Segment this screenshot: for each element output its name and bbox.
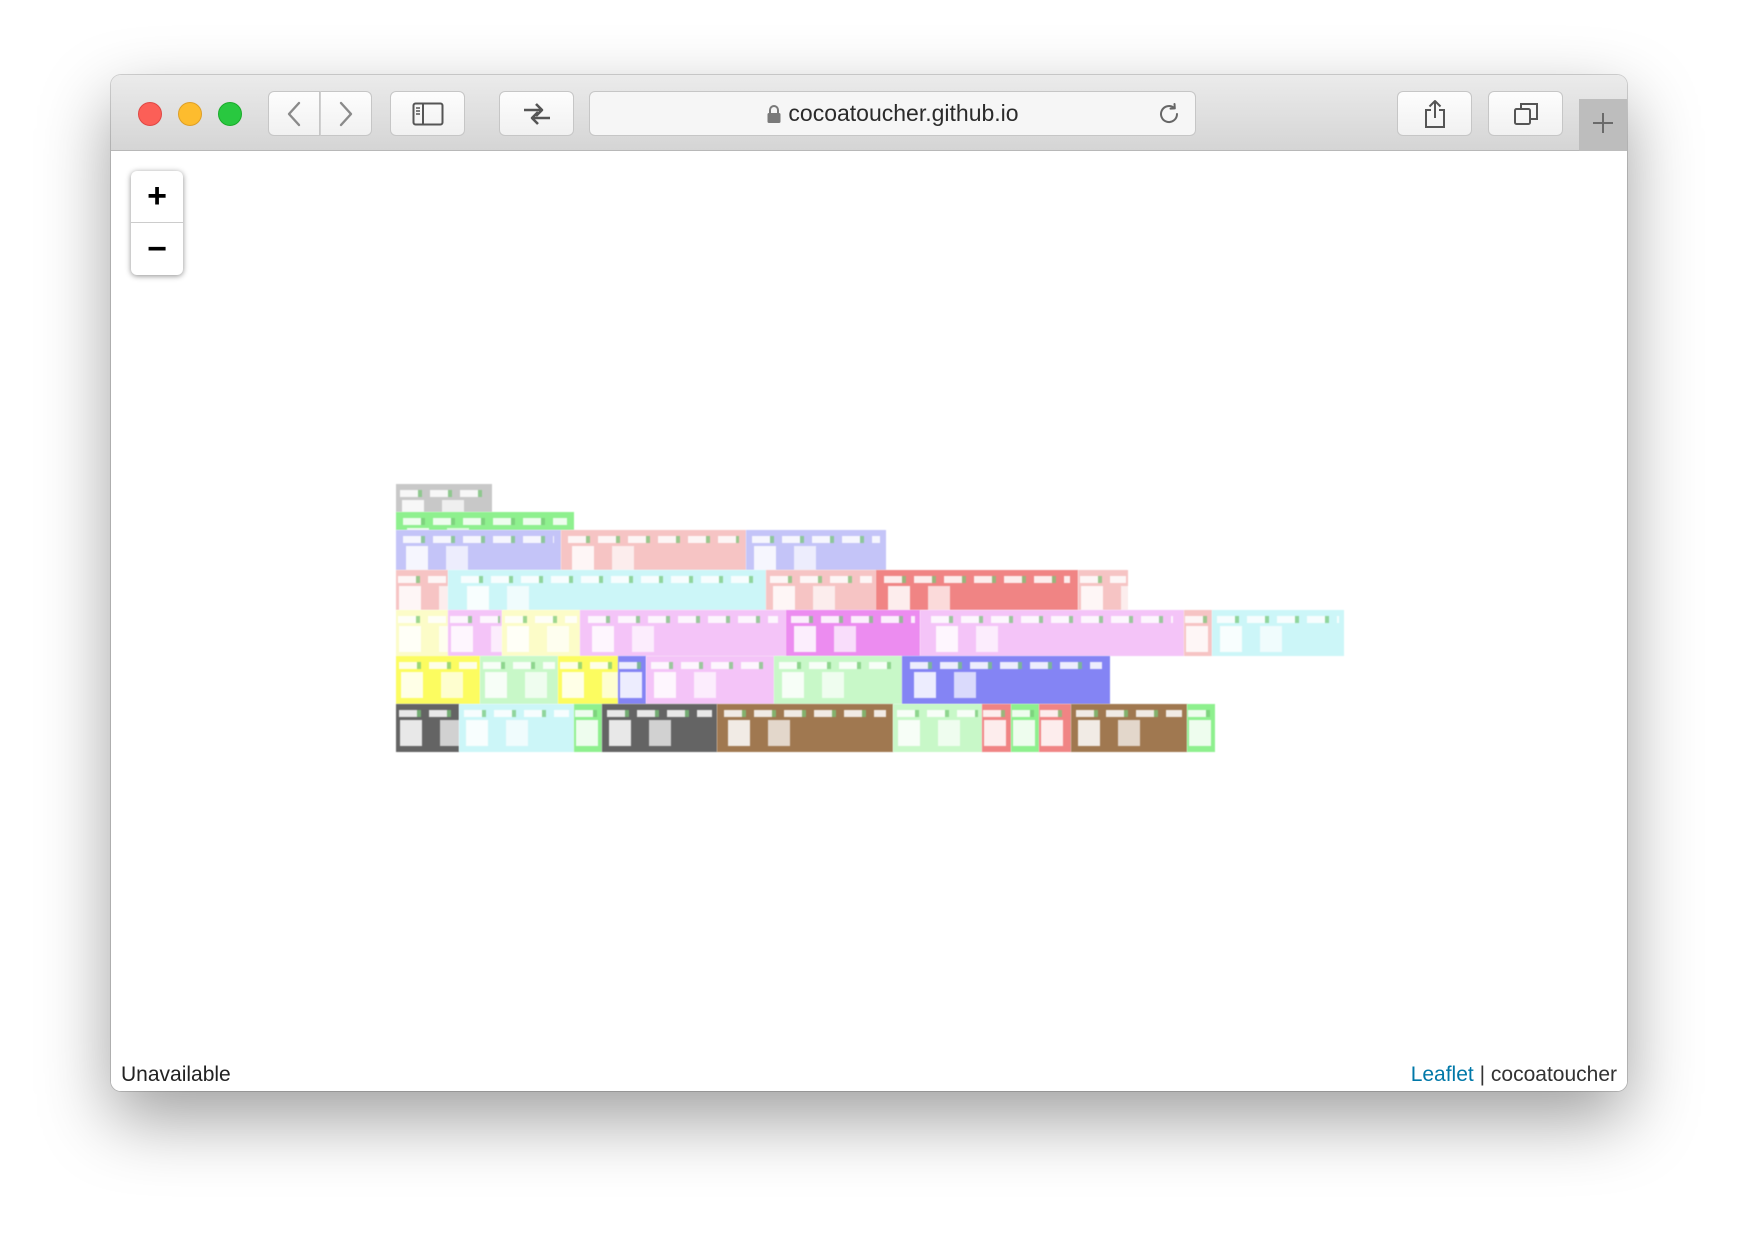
map-tile bbox=[646, 656, 774, 704]
leaflet-link[interactable]: Leaflet bbox=[1411, 1063, 1474, 1086]
back-button[interactable] bbox=[268, 91, 320, 136]
map-tile bbox=[396, 570, 448, 612]
map-tile bbox=[602, 704, 717, 752]
title-bar: cocoatoucher.github.io bbox=[111, 75, 1627, 151]
url-text: cocoatoucher.github.io bbox=[788, 100, 1019, 126]
tab-switch-button[interactable] bbox=[499, 91, 574, 136]
map-tile bbox=[786, 610, 920, 656]
share-icon bbox=[1423, 99, 1447, 129]
lock-icon bbox=[766, 104, 782, 124]
sidebar-icon bbox=[412, 102, 444, 126]
map-tile-layer bbox=[396, 484, 1344, 756]
map-tile bbox=[717, 704, 893, 752]
map-tile bbox=[574, 704, 602, 752]
map-tile bbox=[1071, 704, 1187, 752]
minimize-window-button[interactable] bbox=[178, 102, 202, 126]
map-tile bbox=[448, 610, 502, 656]
map-tile bbox=[982, 704, 1011, 752]
address-bar[interactable]: cocoatoucher.github.io bbox=[589, 91, 1196, 136]
attribution: Leaflet | cocoatoucher bbox=[1400, 1058, 1627, 1091]
attribution-separator: | bbox=[1479, 1063, 1486, 1086]
map-tile bbox=[774, 656, 902, 704]
map-tile bbox=[1078, 570, 1128, 612]
map-tile bbox=[459, 704, 574, 752]
map-tile bbox=[396, 530, 561, 572]
chevron-left-icon bbox=[286, 101, 302, 127]
map-tile bbox=[1184, 610, 1212, 656]
plus-icon bbox=[1591, 111, 1615, 140]
map-tile bbox=[766, 570, 876, 612]
zoom-out-button[interactable]: − bbox=[131, 223, 183, 275]
map-tile bbox=[396, 484, 492, 526]
maximize-window-button[interactable] bbox=[218, 102, 242, 126]
chevron-right-icon bbox=[338, 101, 354, 127]
map-tile bbox=[746, 530, 886, 572]
share-button[interactable] bbox=[1397, 91, 1472, 136]
close-window-button[interactable] bbox=[138, 102, 162, 126]
forward-button[interactable] bbox=[320, 91, 372, 136]
new-tab-button[interactable] bbox=[1579, 99, 1627, 151]
map-tile bbox=[902, 656, 1110, 704]
map-tile bbox=[480, 656, 558, 704]
reload-icon[interactable] bbox=[1157, 102, 1181, 131]
zoom-in-button[interactable]: + bbox=[131, 171, 183, 223]
map-tile bbox=[1187, 704, 1215, 752]
status-label: Unavailable bbox=[111, 1058, 241, 1091]
map-tile bbox=[580, 610, 786, 656]
map-tile bbox=[1011, 704, 1039, 752]
tab-overview-icon bbox=[1513, 102, 1539, 126]
map-tile bbox=[396, 512, 574, 554]
map-tile bbox=[876, 570, 1078, 612]
sidebar-toggle-button[interactable] bbox=[390, 91, 465, 136]
attribution-text: cocoatoucher bbox=[1490, 1063, 1617, 1086]
map-tile bbox=[920, 610, 1184, 656]
map-tile bbox=[396, 610, 448, 656]
map-tile bbox=[396, 704, 459, 752]
tab-overview-button[interactable] bbox=[1488, 91, 1563, 136]
map-tile bbox=[893, 704, 982, 752]
map-tile bbox=[1212, 610, 1344, 656]
map-tile bbox=[558, 656, 618, 704]
map-view[interactable]: + − Unavailable Leaflet | cocoatoucher bbox=[111, 151, 1627, 1091]
map-tile bbox=[502, 610, 580, 656]
map-tile bbox=[1039, 704, 1071, 752]
map-tile bbox=[396, 656, 480, 704]
zoom-control: + − bbox=[131, 171, 183, 275]
browser-window: cocoatoucher.github.io + − Unavailable L… bbox=[111, 75, 1627, 1091]
map-tile bbox=[448, 570, 766, 612]
map-tile bbox=[618, 656, 646, 704]
tab-switch-icon bbox=[522, 102, 552, 125]
map-tile bbox=[561, 530, 746, 572]
